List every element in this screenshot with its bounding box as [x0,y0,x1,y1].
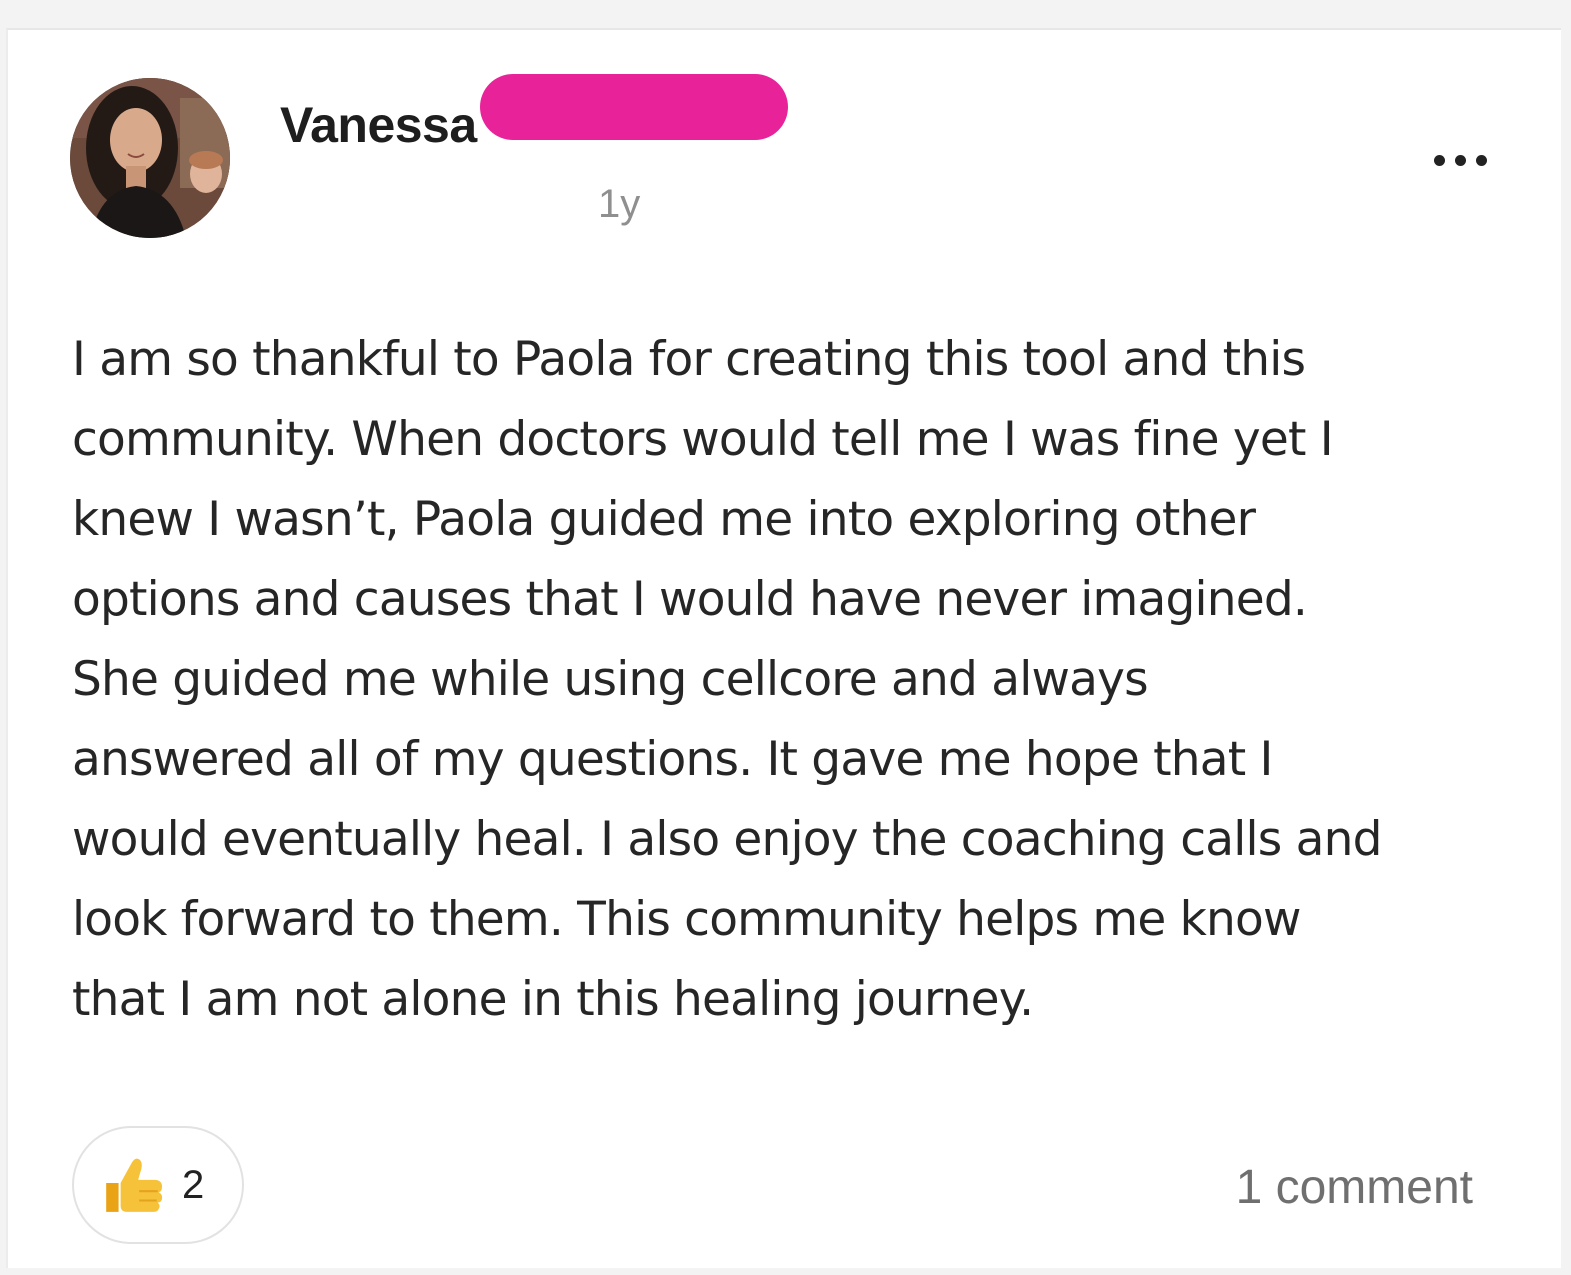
post-body-line: options and causes that I would have nev… [72,572,1308,627]
avatar-photo [70,78,230,238]
avatar[interactable] [70,78,230,238]
post-body-line: look forward to them. This community hel… [72,892,1301,947]
dot-icon [1475,154,1487,166]
dot-icon [1433,154,1445,166]
post-timestamp: 1y [598,182,641,226]
post-body-line: answered all of my questions. It gave me… [72,732,1273,787]
author-name[interactable]: Vanessa [280,96,477,154]
like-reaction-button[interactable]: 2 [72,1126,244,1244]
redaction-bar [480,74,788,140]
post-body: I am so thankful to Paola for creating t… [72,320,1532,1040]
thumbs-up-icon [106,1158,163,1212]
reaction-count: 2 [182,1162,205,1207]
post-body-line: knew I wasn’t, Paola guided me into expl… [72,492,1256,547]
more-options-icon[interactable] [1420,140,1500,180]
post-body-line: would eventually heal. I also enjoy the … [72,812,1382,867]
comments-link[interactable]: 1 comment [1236,1160,1473,1215]
post-body-line: She guided me while using cellcore and a… [72,652,1149,707]
post-body-line: I am so thankful to Paola for creating t… [72,332,1306,387]
dot-icon [1454,154,1466,166]
post-card: Vanessa 1y I am so thankful to Paola for… [6,28,1561,1268]
post-body-line: that I am not alone in this healing jour… [72,972,1034,1027]
post-body-line: community. When doctors would tell me I … [72,412,1334,467]
